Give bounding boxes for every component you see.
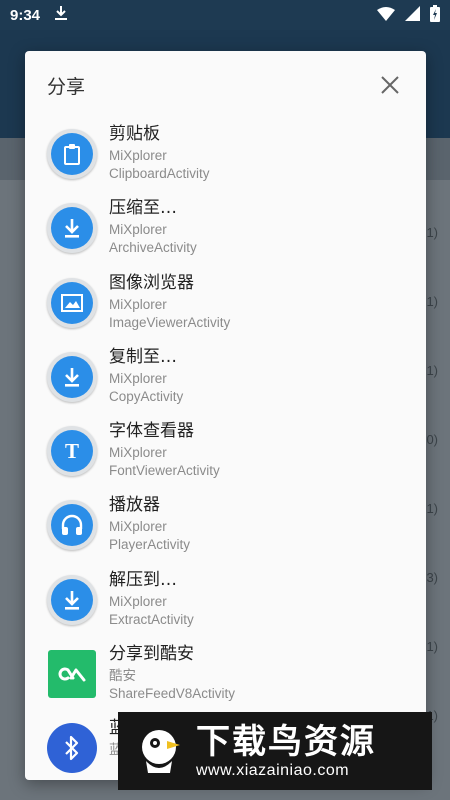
share-dialog: 分享 剪贴板 MiXplorer ClipboardActivity 压缩至… … xyxy=(25,51,426,780)
watermark-url: www.xiazainiao.com xyxy=(196,762,350,779)
share-item-package: MiXplorer xyxy=(109,519,167,535)
share-item-activity: ExtractActivity xyxy=(109,611,194,627)
download-icon xyxy=(47,574,97,625)
share-item-package: MiXplorer xyxy=(109,445,167,461)
background-count: 1) xyxy=(426,225,438,240)
background-count: 0) xyxy=(426,432,438,447)
share-item-package: MiXplorer xyxy=(109,148,167,163)
download-icon xyxy=(47,203,97,254)
watermark-banner: 下载鸟资源 www.xiazainiao.com xyxy=(118,712,432,790)
status-time: 9:34 xyxy=(10,6,41,24)
close-button[interactable] xyxy=(376,71,404,99)
share-item-activity: CopyActivity xyxy=(109,388,184,404)
background-count: 1) xyxy=(426,294,438,309)
signal-icon xyxy=(405,5,420,25)
share-item-activity: ShareFeedV8Activity xyxy=(109,686,236,702)
share-item-label: 播放器 xyxy=(109,495,160,516)
background-count: 1) xyxy=(426,501,438,516)
share-item-activity: FontViewerActivity xyxy=(109,463,220,479)
wifi-icon xyxy=(377,6,395,25)
share-item-archive[interactable]: 压缩至… MiXplorer ArchiveActivity xyxy=(25,193,426,267)
share-item-activity: PlayerActivity xyxy=(109,537,191,553)
share-item-label: 图像浏览器 xyxy=(109,272,194,293)
close-icon xyxy=(381,76,399,94)
share-item-label: 剪贴板 xyxy=(109,124,160,144)
background-count: 3) xyxy=(426,570,438,585)
share-item-coolapk[interactable]: 分享到酷安 酷安 ShareFeedV8Activity xyxy=(25,639,426,713)
share-item-font-viewer[interactable]: T 字体查看器 MiXplorer FontViewerActivity xyxy=(25,416,426,490)
coolapk-icon xyxy=(47,649,97,699)
share-item-label: 压缩至… xyxy=(109,198,177,219)
share-item-copy[interactable]: 复制至… MiXplorer CopyActivity xyxy=(25,342,426,416)
share-item-label: 分享到酷安 xyxy=(109,644,194,665)
svg-text:T: T xyxy=(65,440,79,462)
clipboard-icon xyxy=(47,129,97,179)
share-item-label: 复制至… xyxy=(109,346,177,367)
share-item-clipboard[interactable]: 剪贴板 MiXplorer ClipboardActivity xyxy=(25,119,426,193)
share-item-activity: ImageViewerActivity xyxy=(109,314,231,330)
share-item-player[interactable]: 播放器 MiXplorer PlayerActivity xyxy=(25,490,426,564)
share-item-label: 解压到… xyxy=(109,569,177,590)
share-target-list: 剪贴板 MiXplorer ClipboardActivity 压缩至… MiX… xyxy=(25,119,426,780)
bluetooth-icon xyxy=(47,723,97,774)
dialog-header: 分享 xyxy=(25,51,426,119)
background-count: 1) xyxy=(426,363,438,378)
headphones-icon xyxy=(47,500,97,551)
share-item-package: 酷安 xyxy=(109,668,136,684)
download-notification-icon xyxy=(54,5,68,25)
share-item-image-viewer[interactable]: 图像浏览器 MiXplorer ImageViewerActivity xyxy=(25,268,426,342)
background-count: 1) xyxy=(426,639,438,654)
share-item-package: MiXplorer xyxy=(109,370,167,386)
download-icon xyxy=(47,351,97,402)
watermark-title: 下载鸟资源 xyxy=(196,722,376,762)
image-icon xyxy=(47,277,97,328)
bird-logo-icon xyxy=(128,720,190,782)
share-item-extract[interactable]: 解压到… MiXplorer ExtractActivity xyxy=(25,565,426,639)
share-item-package: MiXplorer xyxy=(109,593,167,609)
share-item-activity: ClipboardActivity xyxy=(109,166,210,181)
share-item-label: 字体查看器 xyxy=(109,421,194,442)
dialog-title: 分享 xyxy=(47,75,86,98)
share-item-package: MiXplorer xyxy=(109,296,167,312)
status-bar: 9:34 xyxy=(0,0,450,30)
font-icon: T xyxy=(47,426,97,477)
share-item-package: MiXplorer xyxy=(109,222,167,238)
share-item-activity: ArchiveActivity xyxy=(109,240,197,256)
battery-icon xyxy=(430,4,440,26)
